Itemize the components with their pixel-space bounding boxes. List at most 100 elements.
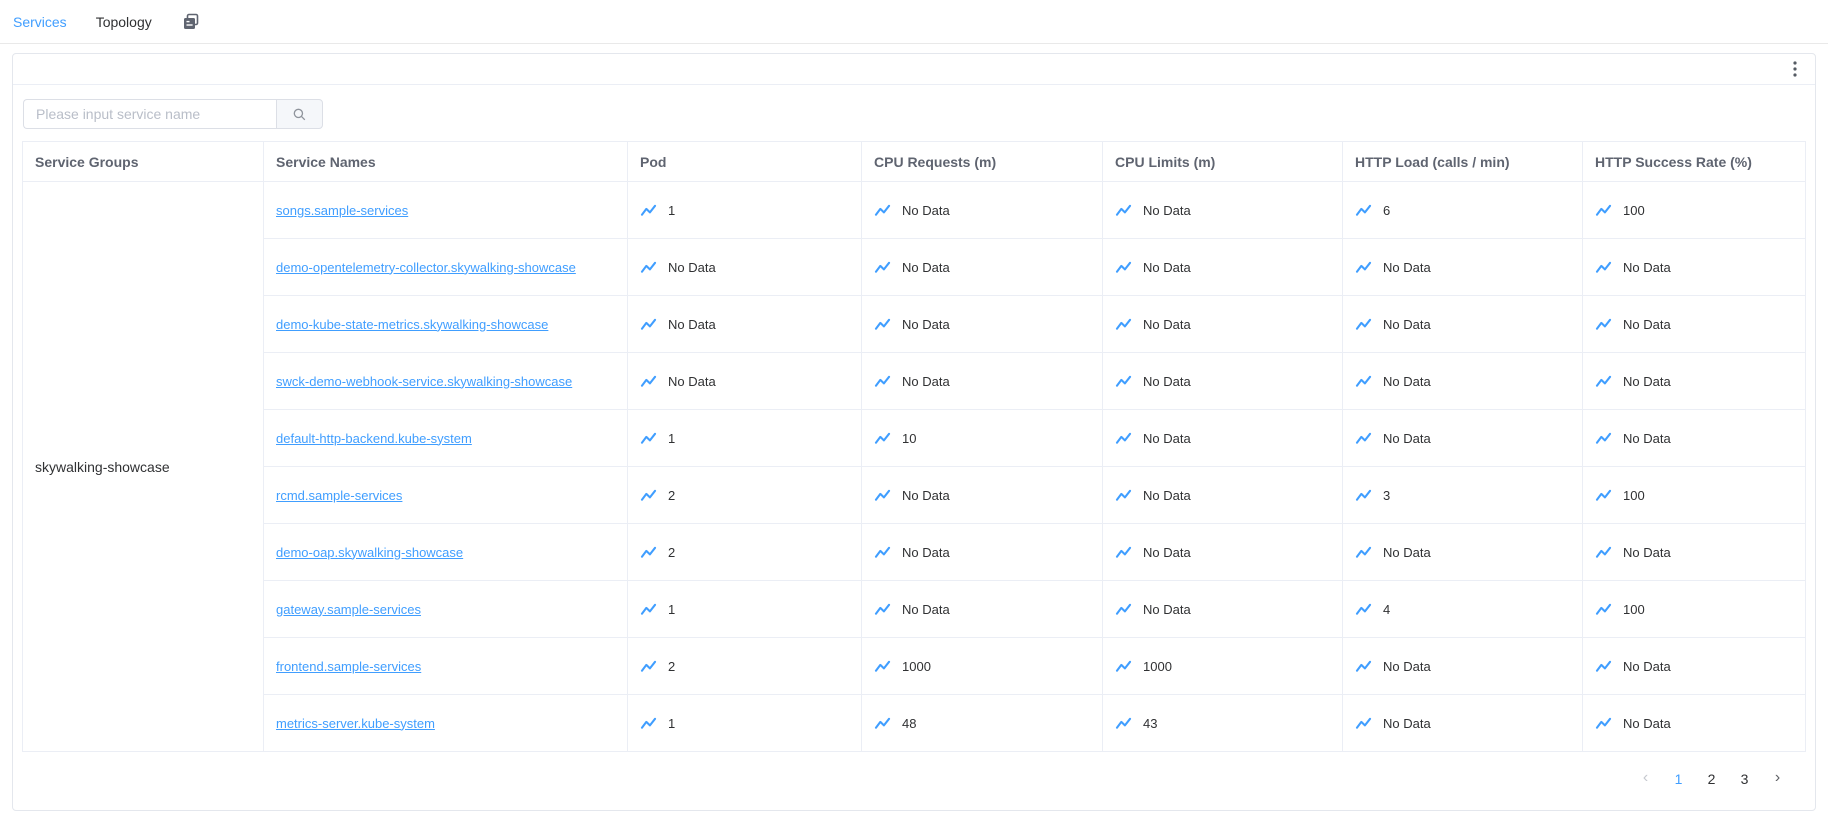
line-chart-icon[interactable] xyxy=(640,317,657,332)
line-chart-icon[interactable] xyxy=(874,431,891,446)
http-load-value: No Data xyxy=(1383,716,1431,731)
line-chart-icon[interactable] xyxy=(1355,488,1372,503)
line-chart-icon[interactable] xyxy=(1595,488,1612,503)
http-load-value: No Data xyxy=(1383,260,1431,275)
service-link[interactable]: gateway.sample-services xyxy=(276,602,421,617)
http-load-value: No Data xyxy=(1383,659,1431,674)
cpu-limits-value: No Data xyxy=(1143,260,1191,275)
next-page-button[interactable]: › xyxy=(1761,765,1794,793)
prev-page-button: ‹ xyxy=(1629,765,1662,793)
line-chart-icon[interactable] xyxy=(874,374,891,389)
service-link[interactable]: frontend.sample-services xyxy=(276,659,421,674)
line-chart-icon[interactable] xyxy=(640,203,657,218)
line-chart-icon[interactable] xyxy=(1115,431,1132,446)
col-header-cpu-limits: CPU Limits (m) xyxy=(1103,142,1343,182)
col-header-http-success-rate: HTTP Success Rate (%) xyxy=(1583,142,1806,182)
col-header-service-names: Service Names xyxy=(264,142,628,182)
line-chart-icon[interactable] xyxy=(640,716,657,731)
line-chart-icon[interactable] xyxy=(1355,431,1372,446)
line-chart-icon[interactable] xyxy=(1355,659,1372,674)
cpu-requests-value: 10 xyxy=(902,431,916,446)
line-chart-icon[interactable] xyxy=(1115,203,1132,218)
tab-topology[interactable]: Topology xyxy=(96,14,152,30)
table-row: skywalking-showcase songs.sample-service… xyxy=(23,182,1806,239)
http-load-value: No Data xyxy=(1383,374,1431,389)
line-chart-icon[interactable] xyxy=(1595,374,1612,389)
line-chart-icon[interactable] xyxy=(640,488,657,503)
cpu-limits-value: No Data xyxy=(1143,374,1191,389)
line-chart-icon[interactable] xyxy=(1595,203,1612,218)
line-chart-icon[interactable] xyxy=(1595,545,1612,560)
service-link[interactable]: metrics-server.kube-system xyxy=(276,716,435,731)
table-row: metrics-server.kube-system 1 48 43 No Da… xyxy=(23,695,1806,752)
line-chart-icon[interactable] xyxy=(1355,203,1372,218)
pod-value: 1 xyxy=(668,602,675,617)
cpu-requests-value: No Data xyxy=(902,545,950,560)
table-row: default-http-backend.kube-system 1 10 No… xyxy=(23,410,1806,467)
service-link[interactable]: default-http-backend.kube-system xyxy=(276,431,472,446)
line-chart-icon[interactable] xyxy=(1355,260,1372,275)
line-chart-icon[interactable] xyxy=(640,545,657,560)
cpu-limits-value: No Data xyxy=(1143,602,1191,617)
line-chart-icon[interactable] xyxy=(1595,317,1612,332)
line-chart-icon[interactable] xyxy=(1355,716,1372,731)
line-chart-icon[interactable] xyxy=(640,602,657,617)
col-header-cpu-requests: CPU Requests (m) xyxy=(862,142,1103,182)
line-chart-icon[interactable] xyxy=(1115,488,1132,503)
service-link[interactable]: demo-opentelemetry-collector.skywalking-… xyxy=(276,260,576,275)
pod-value: No Data xyxy=(668,260,716,275)
http-load-value: No Data xyxy=(1383,317,1431,332)
line-chart-icon[interactable] xyxy=(1355,374,1372,389)
search-button[interactable] xyxy=(276,99,323,129)
service-link[interactable]: swck-demo-webhook-service.skywalking-sho… xyxy=(276,374,572,389)
line-chart-icon[interactable] xyxy=(1115,545,1132,560)
services-panel: Service Groups Service Names Pod CPU Req… xyxy=(12,53,1816,811)
line-chart-icon[interactable] xyxy=(874,203,891,218)
line-chart-icon[interactable] xyxy=(1355,317,1372,332)
cpu-limits-value: No Data xyxy=(1143,488,1191,503)
line-chart-icon[interactable] xyxy=(640,260,657,275)
service-link[interactable]: demo-kube-state-metrics.skywalking-showc… xyxy=(276,317,548,332)
services-table: Service Groups Service Names Pod CPU Req… xyxy=(22,141,1806,752)
service-link[interactable]: rcmd.sample-services xyxy=(276,488,402,503)
http-success-value: No Data xyxy=(1623,716,1671,731)
line-chart-icon[interactable] xyxy=(874,716,891,731)
line-chart-icon[interactable] xyxy=(1595,659,1612,674)
line-chart-icon[interactable] xyxy=(1115,374,1132,389)
line-chart-icon[interactable] xyxy=(874,260,891,275)
tab-services[interactable]: Services xyxy=(13,14,67,30)
service-link[interactable]: demo-oap.skywalking-showcase xyxy=(276,545,463,560)
table-row: demo-oap.skywalking-showcase 2 No Data N… xyxy=(23,524,1806,581)
table-row: demo-kube-state-metrics.skywalking-showc… xyxy=(23,296,1806,353)
line-chart-icon[interactable] xyxy=(1595,716,1612,731)
line-chart-icon[interactable] xyxy=(1595,602,1612,617)
http-success-value: No Data xyxy=(1623,317,1671,332)
line-chart-icon[interactable] xyxy=(640,659,657,674)
search-input[interactable] xyxy=(23,99,276,129)
page-button-3[interactable]: 3 xyxy=(1728,765,1761,793)
panel-header xyxy=(13,54,1815,85)
line-chart-icon[interactable] xyxy=(1115,602,1132,617)
search-icon xyxy=(292,107,307,122)
line-chart-icon[interactable] xyxy=(1355,545,1372,560)
page-button-1[interactable]: 1 xyxy=(1662,765,1695,793)
line-chart-icon[interactable] xyxy=(1115,317,1132,332)
line-chart-icon[interactable] xyxy=(1115,659,1132,674)
line-chart-icon[interactable] xyxy=(1355,602,1372,617)
line-chart-icon[interactable] xyxy=(640,431,657,446)
more-menu-button[interactable] xyxy=(1793,60,1797,78)
line-chart-icon[interactable] xyxy=(640,374,657,389)
line-chart-icon[interactable] xyxy=(1595,260,1612,275)
table-row: demo-opentelemetry-collector.skywalking-… xyxy=(23,239,1806,296)
line-chart-icon[interactable] xyxy=(874,602,891,617)
dashboard-list-button[interactable] xyxy=(181,12,201,32)
line-chart-icon[interactable] xyxy=(1115,716,1132,731)
line-chart-icon[interactable] xyxy=(1115,260,1132,275)
line-chart-icon[interactable] xyxy=(874,659,891,674)
page-button-2[interactable]: 2 xyxy=(1695,765,1728,793)
line-chart-icon[interactable] xyxy=(874,317,891,332)
service-link[interactable]: songs.sample-services xyxy=(276,203,408,218)
line-chart-icon[interactable] xyxy=(874,545,891,560)
line-chart-icon[interactable] xyxy=(1595,431,1612,446)
line-chart-icon[interactable] xyxy=(874,488,891,503)
